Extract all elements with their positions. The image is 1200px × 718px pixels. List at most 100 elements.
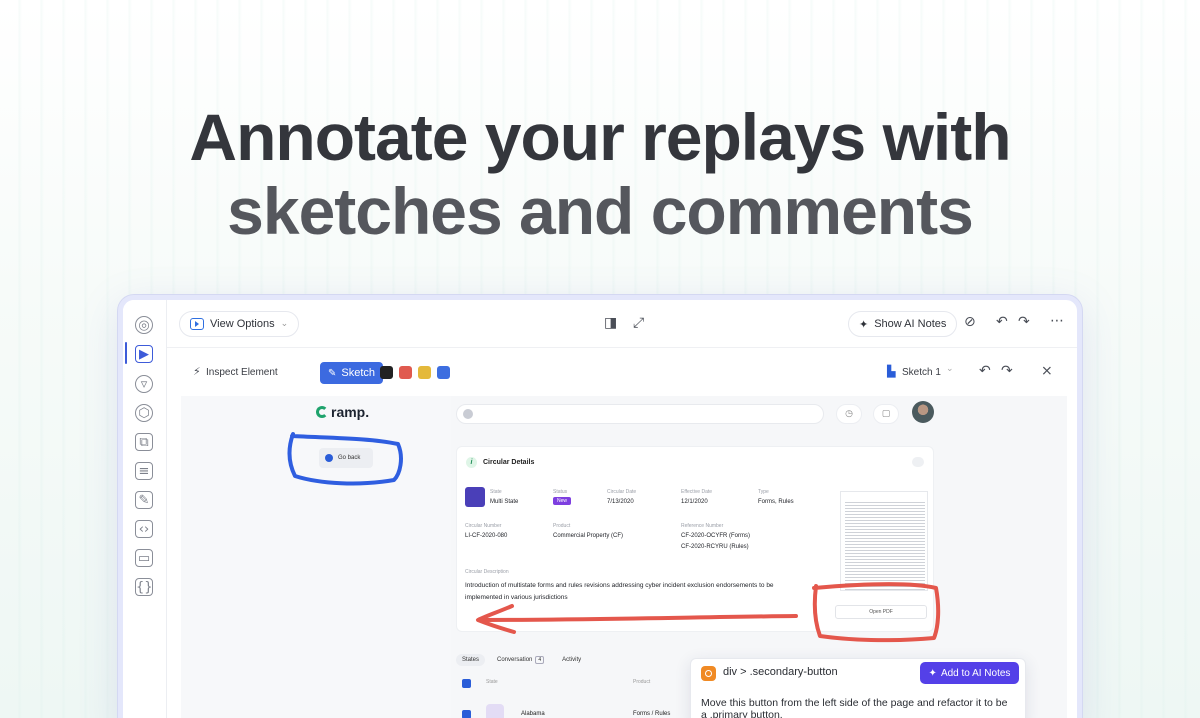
table-cell-state: Alabama [521,711,545,717]
sketch-redo-icon[interactable]: ↷ [1001,363,1013,379]
comment-popover: div > .secondary-button ✦ Add to AI Note… [690,658,1026,718]
more-icon[interactable]: ⋯ [1050,313,1064,329]
go-back-label: Go back [338,455,361,461]
ramp-logo-text: ramp. [331,404,370,420]
hexagon-icon[interactable]: ⬡ [135,404,153,422]
field-label: Type [758,489,769,495]
redo-icon[interactable]: ↷ [1018,314,1030,330]
open-pdf-button[interactable]: Open PDF [835,605,927,619]
search-replay-icon[interactable]: ⊘ [964,314,976,330]
inspect-element-button[interactable]: Inspect Element [206,367,278,378]
status-badge: New [553,497,572,505]
conversation-count: 4 [535,656,545,664]
expand-icon[interactable]: ⤢ [633,315,644,331]
app-search-input[interactable] [456,404,824,424]
card-title: Circular Details [483,459,535,466]
field-label: Status [553,489,568,495]
list-icon[interactable]: ≡ [135,462,153,480]
back-icon [325,454,333,462]
field-value: 7/13/2020 [607,499,634,505]
sketch-layer-icon: ▙ [887,365,896,378]
code-icon[interactable]: ‹› [135,520,153,538]
swatch-yellow[interactable] [418,366,431,379]
show-ai-notes-label: Show AI Notes [874,318,947,330]
close-sketch-icon[interactable]: ⨯ [1041,363,1053,379]
add-to-ai-notes-label: Add to AI Notes [940,667,1011,679]
field-value: Commercial Property (CF) [553,533,624,539]
view-options-label: View Options [210,318,275,330]
sidebar-toggle-icon[interactable]: ◨ [604,315,617,331]
pen-icon[interactable]: ✎ [135,491,153,509]
swatch-blue[interactable] [437,366,450,379]
circular-details-card: i Circular Details State Multi State Sta… [456,446,934,632]
column-header-state: State [486,679,498,685]
sketch-label: Sketch [341,367,376,379]
circular-description: Introduction of multistate forms and rul… [465,582,774,601]
field-label: Product [553,523,571,529]
play-icon[interactable]: ▶ [135,345,153,363]
play-icon [190,318,204,330]
swatch-black[interactable] [380,366,393,379]
ramp-logo-mark [316,406,328,418]
state-thumbnail [486,704,504,718]
chat-icon[interactable]: ▢ [873,404,899,424]
top-toolbar: View Options ⌄ ◨ ⤢ ✦ Show AI Notes ⊘ ↶ ↷… [167,300,1077,348]
field-value: 12/1/2020 [681,499,708,505]
column-header-product: Product [633,679,651,685]
icon-rail: ◎ ▶ ▿ ⬡ ⧉ ≡ ✎ ‹› ▭ {} [123,300,167,718]
search-icon [463,409,473,419]
avatar[interactable] [912,401,934,423]
element-target-icon [701,666,716,681]
select-all-checkbox[interactable] [462,679,471,688]
image-icon[interactable]: ▭ [135,549,153,567]
ramp-logo: ramp. [316,404,369,420]
tab-activity[interactable]: Activity [556,654,587,666]
swatch-red[interactable] [399,366,412,379]
chevron-down-icon: ⌄ [280,319,289,329]
info-icon: i [466,457,477,468]
show-ai-notes-button[interactable]: ✦ Show AI Notes [848,311,958,337]
comment-text[interactable]: Move this button from the left side of t… [701,697,1013,718]
field-value: CF-2020-RCYRU (Rules) [681,544,749,550]
filter-icon[interactable]: ▿ [135,375,153,393]
page-headline: Annotate your replays with sketches and … [0,100,1200,248]
field-value: Forms, Rules [758,499,794,505]
row-checkbox[interactable] [462,710,471,718]
view-options-button[interactable]: View Options ⌄ [179,311,300,337]
target-icon[interactable]: ◎ [135,316,153,334]
pencil-icon: ✎ [328,367,337,379]
field-value: Multi State [490,499,519,505]
tab-conversation[interactable]: Conversation 4 [491,653,550,667]
field-value: CF-2020-OCYFR (Forms) [681,533,751,539]
go-back-button[interactable]: Go back [319,448,373,468]
rail-active-indicator [125,342,127,364]
sketch-button[interactable]: ✎ Sketch [320,362,384,384]
field-label: Circular Date [607,489,637,495]
clock-icon[interactable]: ◷ [836,404,862,424]
inspect-icon: ⚡ [193,365,201,378]
headline-line-2: sketches and comments [227,174,974,248]
undo-icon[interactable]: ↶ [996,314,1008,330]
field-value: LI-CF-2020-080 [465,533,508,539]
link-icon[interactable] [912,457,924,467]
sparkle-icon: ✦ [928,667,937,679]
headline-line-1: Annotate your replays with [189,100,1011,174]
sparkle-icon: ✦ [859,317,869,331]
detail-tabs: States Conversation 4 Activity [456,652,587,668]
table-cell-product: Forms / Rules [633,711,671,717]
element-selector: div > .secondary-button [723,666,838,678]
description-label: Circular Description [465,569,509,575]
field-label: State [490,489,502,495]
network-icon[interactable]: ⧉ [135,433,153,451]
sketch-select[interactable]: Sketch 1 [902,367,941,378]
field-label: Effective Date [681,489,713,495]
tab-states[interactable]: States [456,654,486,666]
add-to-ai-notes-button[interactable]: ✦ Add to AI Notes [920,662,1019,684]
chevron-down-icon[interactable]: ⌄ [946,364,954,374]
pdf-thumbnail[interactable] [840,491,928,591]
sketch-undo-icon[interactable]: ↶ [979,363,991,379]
sketch-toolbar: ⚡ Inspect Element ✎ Sketch ▙ Sketch 1 ⌄ … [167,348,1077,396]
field-label: Circular Number [465,523,502,529]
tab-conversation-label: Conversation [497,657,533,663]
braces-icon[interactable]: {} [135,578,153,596]
